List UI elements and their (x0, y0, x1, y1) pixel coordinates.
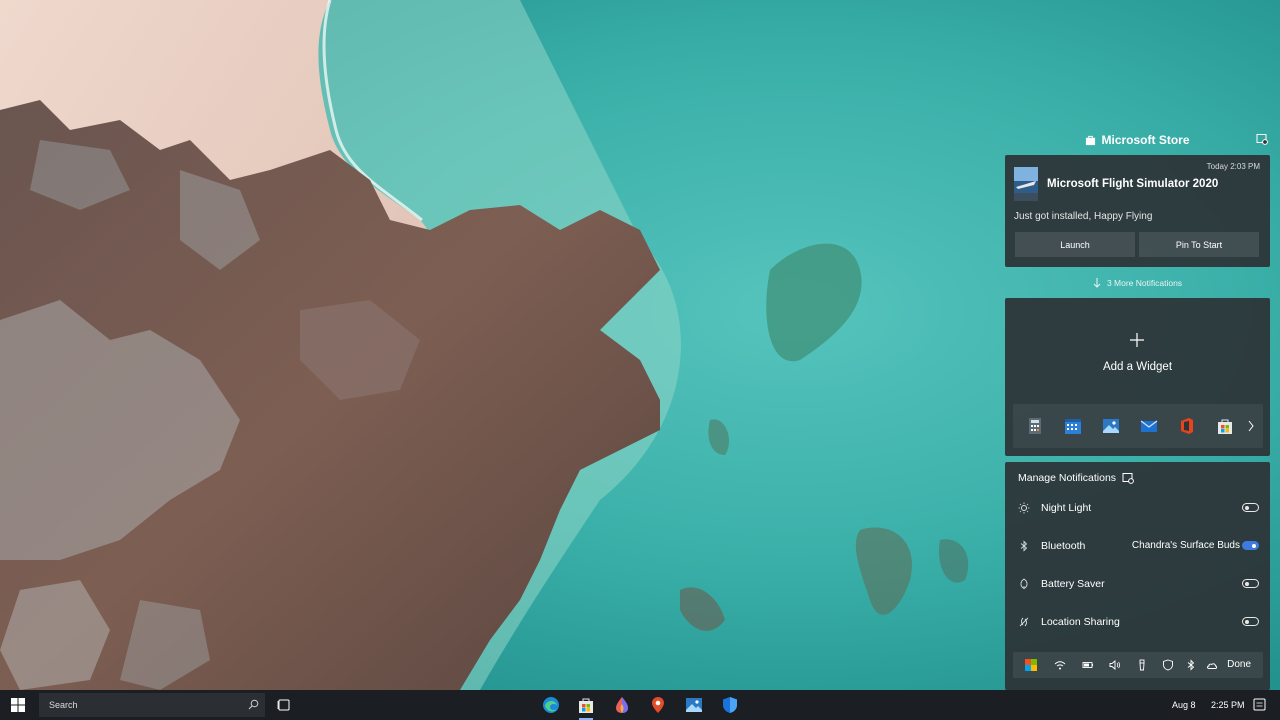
bluetooth-quick-icon[interactable] (1185, 659, 1197, 671)
notification-app-header: Microsoft Store (1005, 130, 1270, 150)
flashlight-icon[interactable] (1136, 659, 1148, 671)
taskbar-photos[interactable] (678, 690, 710, 720)
widget-panel: Add a Widget (1005, 298, 1270, 456)
store-icon[interactable] (1216, 417, 1234, 435)
battery-saver-icon (1020, 578, 1028, 589)
battery-saver-row: Battery Saver (1005, 571, 1270, 597)
action-center-icon[interactable] (1253, 698, 1266, 711)
photos-icon (686, 698, 702, 712)
more-notifications-link[interactable]: 3 More Notifications (1005, 276, 1270, 289)
notification-body: Just got installed, Happy Flying (1014, 211, 1153, 222)
chevron-right-icon[interactable] (1246, 417, 1256, 435)
calculator-icon[interactable] (1026, 417, 1044, 435)
plus-icon (1130, 333, 1144, 347)
location-sharing-toggle[interactable] (1242, 617, 1259, 626)
tray-date[interactable]: Aug 8 (1172, 700, 1196, 710)
manage-notifications-icon[interactable] (1122, 472, 1134, 484)
battery-icon[interactable] (1082, 659, 1094, 671)
volume-icon[interactable] (1109, 659, 1121, 671)
battery-saver-toggle[interactable] (1242, 579, 1259, 588)
cloud-icon[interactable] (1206, 659, 1218, 671)
sun-icon (1018, 502, 1030, 514)
search-input[interactable]: Search (39, 693, 265, 717)
paint-icon (616, 697, 628, 713)
done-button[interactable]: Done (1227, 659, 1251, 670)
notification-title: Microsoft Flight Simulator 2020 (1047, 178, 1219, 190)
night-light-label: Night Light (1041, 502, 1092, 514)
taskbar-maps[interactable] (642, 690, 674, 720)
tray-time[interactable]: 2:25 PM (1211, 700, 1245, 710)
notification-settings-icon[interactable] (1256, 133, 1268, 145)
search-icon (248, 699, 259, 710)
office-icon[interactable] (1178, 417, 1196, 435)
flight-simulator-thumbnail (1014, 167, 1038, 201)
color-icon[interactable] (1025, 659, 1037, 671)
launch-button[interactable]: Launch (1015, 232, 1135, 257)
battery-saver-label: Battery Saver (1041, 578, 1105, 590)
location-icon (1019, 617, 1029, 627)
taskbar-paint[interactable] (606, 690, 638, 720)
more-notifications-label: 3 More Notifications (1106, 277, 1183, 288)
photos-icon[interactable] (1102, 417, 1120, 435)
wifi-icon[interactable] (1054, 659, 1066, 671)
start-button[interactable] (0, 690, 36, 720)
notification-app-name: Microsoft Store (1101, 133, 1190, 147)
task-view-icon[interactable] (277, 698, 291, 712)
search-placeholder: Search (49, 700, 78, 710)
windows-logo-icon (11, 698, 25, 712)
mail-icon[interactable] (1140, 417, 1158, 435)
manage-notifications-link[interactable]: Manage Notifications (1018, 472, 1116, 484)
bluetooth-label: Bluetooth (1041, 540, 1086, 552)
notification-time: Today 2:03 PM (1206, 162, 1260, 171)
widget-app-row (1013, 404, 1263, 448)
bluetooth-icon (1020, 540, 1028, 552)
taskbar-store[interactable] (570, 690, 602, 720)
edge-icon (543, 697, 559, 713)
defender-icon (723, 697, 737, 713)
arrow-down-icon (1093, 277, 1101, 288)
add-widget-label: Add a Widget (1102, 361, 1173, 373)
bluetooth-row: Bluetooth Chandra's Surface Buds (1005, 533, 1270, 559)
calendar-icon[interactable] (1064, 417, 1082, 435)
quick-actions-bar: Done (1013, 652, 1263, 678)
location-sharing-row: Location Sharing (1005, 609, 1270, 635)
shield-icon[interactable] (1162, 659, 1174, 671)
night-light-row: Night Light (1005, 495, 1270, 521)
taskbar-edge[interactable] (535, 690, 567, 720)
night-light-toggle[interactable] (1242, 503, 1259, 512)
taskbar: Search Aug 8 2:25 PM (0, 690, 1280, 720)
bluetooth-device-name: Chandra's Surface Buds (1131, 540, 1240, 551)
taskbar-defender[interactable] (714, 690, 746, 720)
add-widget-button[interactable]: Add a Widget (1005, 328, 1270, 378)
notification-card[interactable]: Today 2:03 PM Microsoft Flight Simulator… (1005, 155, 1270, 267)
store-icon (579, 698, 593, 713)
store-bag-icon (1086, 135, 1096, 145)
location-sharing-label: Location Sharing (1041, 616, 1120, 628)
maps-icon (652, 697, 664, 713)
pin-to-start-button[interactable]: Pin To Start (1139, 232, 1259, 257)
quick-settings-panel: Manage Notifications Night Light Bluetoo… (1005, 462, 1270, 690)
bluetooth-toggle[interactable] (1242, 541, 1259, 550)
